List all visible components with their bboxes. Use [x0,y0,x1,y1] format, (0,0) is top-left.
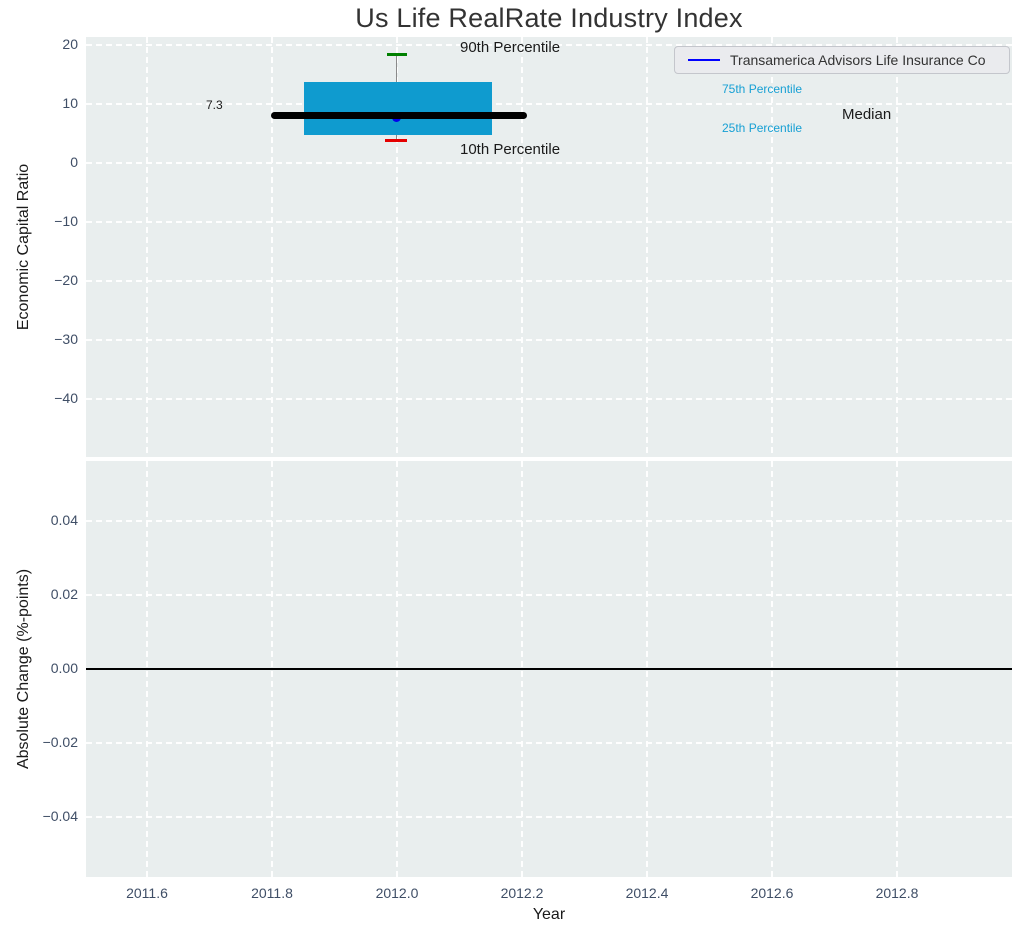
ytick-label: −40 [54,390,78,406]
ytick-label: −30 [54,331,78,347]
zero-baseline [86,668,1012,670]
annotation-10th-percentile: 10th Percentile [460,141,561,158]
gridline-horizontal [86,339,1012,341]
annotation-median-value: 7.3 [206,98,223,112]
gridline-vertical [521,37,523,457]
xtick-label: 2012.8 [875,885,919,901]
ytick-label: 10 [62,95,78,111]
gridline-vertical [646,37,648,457]
annotation-90th-percentile: 90th Percentile [460,39,561,56]
legend: Transamerica Advisors Life Insurance Co [674,46,1010,74]
10th-percentile-cap [385,139,407,142]
median-line [271,112,527,119]
ytick-label: 0.04 [50,512,78,528]
gridline-vertical [146,37,148,457]
gridline-horizontal [86,103,1012,105]
90th-percentile-cap [387,53,407,56]
legend-line-icon [688,58,720,62]
gridline-horizontal [86,742,1012,744]
bottom-y-axis-label: Absolute Change (%-points) [15,568,32,770]
bottom-plot-area [86,461,1012,877]
gridline-vertical [771,37,773,457]
xtick-label: 2012.4 [625,885,669,901]
annotation-median: Median [842,106,892,123]
xtick-label: 2011.8 [251,885,293,901]
ytick-label: 20 [62,36,78,52]
annotation-75th-percentile: 75th Percentile [722,82,803,96]
gridline-horizontal [86,594,1012,596]
gridline-horizontal [86,162,1012,164]
top-y-axis-label: Economic Capital Ratio [15,163,32,331]
chart-title: Us Life RealRate Industry Index [355,3,743,33]
gridline-horizontal [86,520,1012,522]
gridline-horizontal [86,280,1012,282]
gridline-horizontal [86,398,1012,400]
gridline-vertical [271,37,273,457]
ytick-label: −0.04 [42,808,78,824]
xtick-label: 2012.2 [500,885,544,901]
xtick-label: 2011.6 [126,885,168,901]
xtick-label: 2012.6 [750,885,794,901]
x-axis-label: Year [532,906,566,923]
interquartile-box [304,82,492,135]
top-plot-area: 90th Percentile 10th Percentile 7.3 75th… [86,37,1012,457]
xtick-label: 2012.0 [375,885,419,901]
gridline-vertical [896,37,898,457]
legend-label: Transamerica Advisors Life Insurance Co [730,52,986,68]
gridline-horizontal [86,221,1012,223]
gridline-horizontal [86,816,1012,818]
annotation-25th-percentile: 25th Percentile [722,121,803,135]
figure: Us Life RealRate Industry Index 90th Per… [0,0,1025,940]
